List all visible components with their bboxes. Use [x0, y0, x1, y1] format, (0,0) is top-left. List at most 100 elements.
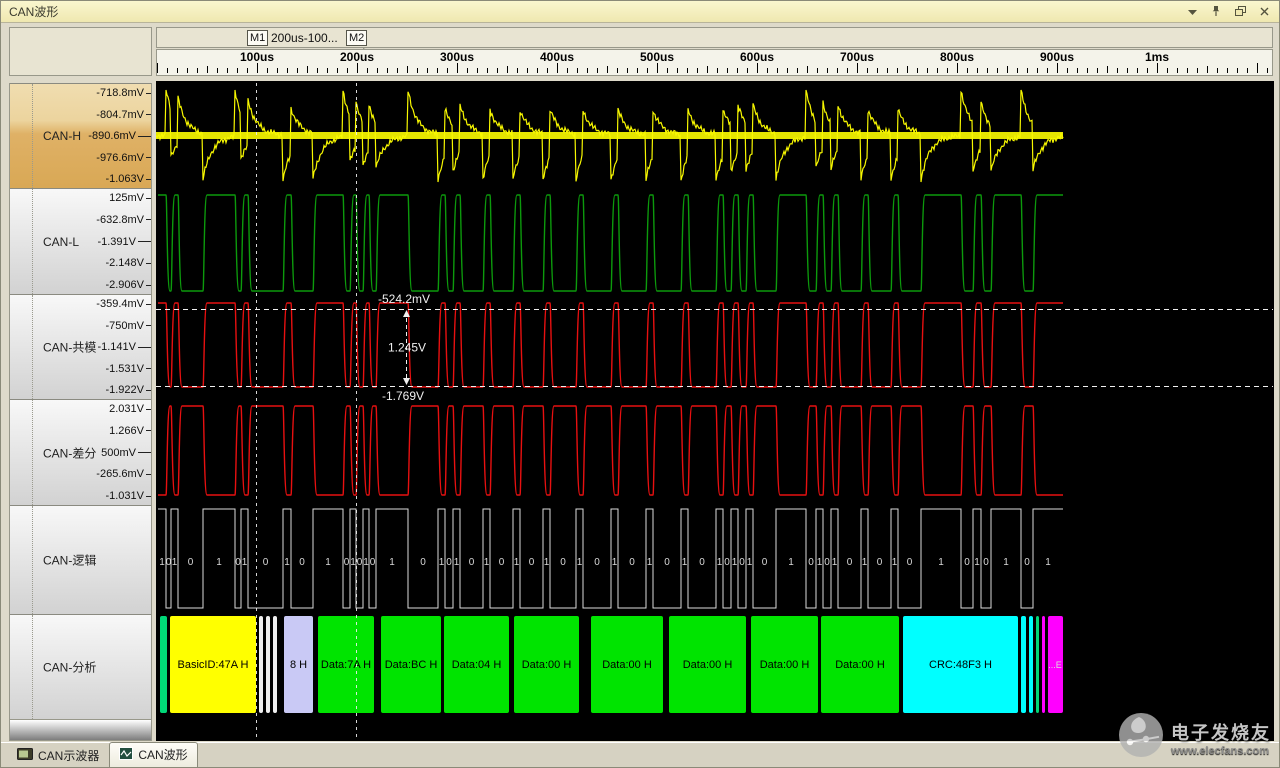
can-l-trace [158, 195, 1063, 291]
logic-bit-label: 1 [284, 557, 290, 568]
logic-bit-label: 1 [242, 557, 248, 568]
restore-icon[interactable] [1233, 5, 1247, 19]
logic-bit-label: 1 [577, 557, 583, 568]
close-icon[interactable] [1257, 5, 1271, 19]
tab-label: CAN波形 [138, 746, 187, 763]
scale-label-row: -976.6mV [96, 152, 151, 164]
can-analysis-row: BasicID:47A H8 HData:7A HData:BC HData:0… [160, 616, 1063, 713]
channel-panel-header [9, 27, 152, 76]
scale-label-row: 500mV [101, 447, 151, 459]
channel-row-4[interactable]: CAN-逻辑 [10, 505, 151, 614]
logic-bit-label: 1 [892, 557, 898, 568]
scale-value: -1.531V [105, 363, 144, 375]
decode-block-4[interactable] [273, 616, 277, 713]
logic-bit-label: 1 [544, 557, 550, 568]
time-ruler-scale: 100us200us300us400us500us600us700us800us… [157, 50, 1272, 75]
scale-label-row: -750mV [105, 320, 151, 332]
measurement-bottom-label: -1.769V [382, 389, 424, 403]
scale-value: -750mV [105, 320, 144, 332]
decode-block-18[interactable] [1042, 616, 1045, 713]
scale-value: -718.8mV [96, 87, 144, 99]
logic-bit-label: 0 [560, 557, 566, 568]
scale-tick [138, 136, 151, 137]
app-window: CAN波形 M1 200us-100... M2 100us200us300us… [0, 0, 1280, 768]
logic-bit-label: 1 [325, 557, 331, 568]
logic-bit-label: 0 [188, 557, 194, 568]
decode-block-label: Data:04 H [452, 659, 502, 671]
decode-block-16[interactable] [1029, 616, 1033, 713]
scale-value: -976.6mV [96, 152, 144, 164]
logic-bit-label: 1 [717, 557, 723, 568]
scale-tick [138, 241, 151, 242]
channel-scale: 125mV-632.8mV-1.391V-2.148V-2.906V [96, 192, 151, 291]
measurement-delta-label: 1.245V [388, 341, 426, 355]
channel-tree-connector [32, 295, 33, 399]
decode-block-17[interactable] [1036, 616, 1039, 713]
decode-block-3[interactable] [266, 616, 270, 713]
logic-bit-label: 0 [446, 557, 452, 568]
tab-1[interactable]: CAN波形 [109, 742, 197, 768]
scale-value: 2.031V [109, 403, 144, 415]
scale-label-row: 1.266V [109, 425, 151, 437]
channel-row-1[interactable]: CAN-L125mV-632.8mV-1.391V-2.148V-2.906V [10, 188, 151, 294]
scale-label-row: -1.031V [105, 490, 151, 502]
channel-row-2[interactable]: CAN-共模-359.4mV-750mV-1.141V-1.531V-1.922… [10, 294, 151, 399]
decode-block-label: Data:00 H [602, 659, 652, 671]
scale-label-row: -890.6mV [88, 130, 151, 142]
svg-text:100us: 100us [240, 50, 274, 64]
logic-bit-label: 0 [907, 557, 913, 568]
decode-block-label: BasicID:47A H [178, 659, 249, 671]
logic-bit-label: 1 [732, 557, 738, 568]
logic-bit-label: 0 [420, 557, 426, 568]
svg-text:1ms: 1ms [1145, 50, 1169, 64]
logic-bit-label: 1 [1045, 557, 1051, 568]
logic-bit-label: 0 [664, 557, 670, 568]
tab-0[interactable]: CAN示波器 [7, 743, 109, 768]
channel-tree-connector [32, 84, 33, 188]
logic-bit-label: 0 [594, 557, 600, 568]
decode-block-0[interactable] [160, 616, 167, 713]
scale-label-row: -1.063V [105, 173, 151, 185]
channel-tree-connector [32, 189, 33, 294]
decode-block-15[interactable] [1021, 616, 1026, 713]
scale-tick [146, 496, 151, 497]
pin-icon[interactable] [1209, 5, 1223, 19]
channel-name: CAN-H [43, 129, 81, 143]
channel-scale: -359.4mV-750mV-1.141V-1.531V-1.922V [96, 298, 151, 396]
logic-bit-label: 1 [817, 557, 823, 568]
channel-tree-connector [32, 506, 33, 614]
logic-bit-label: 0 [964, 557, 970, 568]
scale-tick [146, 179, 151, 180]
logic-bit-label: 0 [529, 557, 535, 568]
scale-label-row: -632.8mV [96, 214, 151, 226]
decode-block-2[interactable] [259, 616, 263, 713]
logic-bit-label: 0 [808, 557, 814, 568]
channel-name: CAN-逻辑 [43, 552, 96, 569]
channel-row-3[interactable]: CAN-差分2.031V1.266V500mV-265.6mV-1.031V [10, 399, 151, 505]
scale-tick [146, 285, 151, 286]
decode-block-label: Data:00 H [835, 659, 885, 671]
chevron-down-icon[interactable] [1185, 5, 1199, 19]
logic-bit-label: 1 [938, 557, 944, 568]
waveform-plot-area[interactable]: 1010101010101010101010101010101010101010… [156, 81, 1274, 741]
channel-tree-connector [32, 615, 33, 719]
scale-value: -1.141V [97, 341, 136, 353]
logic-bit-label: 1 [350, 557, 356, 568]
channel-sidebar: CAN-H-718.8mV-804.7mV-890.6mV-976.6mV-1.… [9, 83, 152, 719]
scale-value: 500mV [101, 447, 136, 459]
logic-bit-label: 1 [484, 557, 490, 568]
sidebar-footer [9, 719, 152, 741]
svg-text:500us: 500us [640, 50, 674, 64]
time-ruler[interactable]: 100us200us300us400us500us600us700us800us… [156, 49, 1273, 76]
logic-bit-label: 1 [172, 557, 178, 568]
scale-tick [146, 219, 151, 220]
measurement-top-label: -524.2mV [378, 292, 430, 306]
channel-tree-connector [32, 400, 33, 505]
channel-row-5[interactable]: CAN-分析 [10, 614, 151, 719]
logic-bit-label: 1 [1003, 557, 1009, 568]
scale-tick [146, 198, 151, 199]
scale-label-row: -265.6mV [96, 468, 151, 480]
svg-text:600us: 600us [740, 50, 774, 64]
channel-row-0[interactable]: CAN-H-718.8mV-804.7mV-890.6mV-976.6mV-1.… [10, 83, 151, 188]
channel-name: CAN-共模 [43, 339, 96, 356]
